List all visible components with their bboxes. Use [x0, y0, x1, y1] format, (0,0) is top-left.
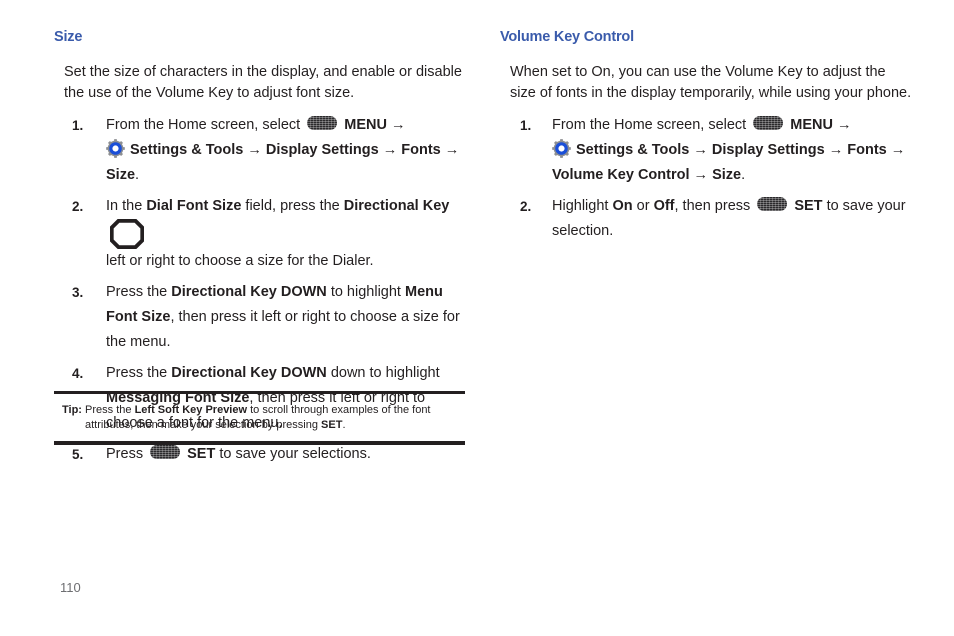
step-text-post: to save your selections.: [219, 445, 371, 462]
list-item: 2. Highlight On or Off, then press SET t…: [500, 194, 912, 244]
path-item-fonts[interactable]: Fonts: [401, 142, 440, 158]
step-text-mid: field, press the: [245, 197, 340, 214]
option-on[interactable]: On: [612, 198, 632, 214]
right-arrow-icon: →: [837, 116, 852, 133]
path-item-settings-tools[interactable]: Settings & Tools: [130, 142, 243, 158]
list-item: 5. Press SET to save your selections.: [54, 442, 466, 467]
manual-page: Size Set the size of characters in the d…: [0, 0, 954, 636]
field-dial-font-size[interactable]: Dial Font Size: [146, 198, 241, 214]
option-off[interactable]: Off: [654, 198, 675, 214]
menu-path-line: Settings & Tools → Display Settings → Fo…: [106, 138, 466, 188]
step-text-pre: Press: [106, 445, 144, 462]
list-item: 1. From the Home screen, select MENU → S…: [54, 113, 466, 188]
path-period: .: [135, 166, 140, 183]
page-title-size: Size: [54, 29, 83, 45]
menu-path-line: Settings & Tools → Display Settings → Fo…: [552, 138, 912, 188]
step-text-mid: to highlight: [330, 283, 401, 300]
intro-paragraph-size: Set the size of characters in the displa…: [64, 63, 462, 101]
set-label: SET: [187, 445, 216, 462]
set-label: SET: [794, 197, 823, 214]
tip-box: Tip: Press the Left Soft Key Preview to …: [54, 391, 465, 445]
step-number: 1.: [72, 117, 84, 133]
path-period: .: [741, 166, 746, 183]
list-item: 2. In the Dial Font Size field, press th…: [54, 194, 466, 274]
right-arrow-icon: →: [247, 141, 262, 158]
directional-key-label: Directional Key: [343, 197, 450, 214]
menu-label: MENU: [344, 116, 387, 133]
right-arrow-icon: →: [693, 166, 709, 183]
step-number: 4.: [72, 365, 84, 381]
step-number: 2.: [72, 198, 84, 214]
path-item-fonts[interactable]: Fonts: [847, 142, 886, 158]
settings-gear-icon: [106, 139, 125, 158]
set-key-icon[interactable]: [757, 196, 788, 211]
intro-paragraph-volume-key-control: When set to On, you can use the Volume K…: [510, 63, 912, 101]
menu-key-icon[interactable]: [753, 115, 784, 130]
step-number: 5.: [72, 446, 84, 462]
directional-key-icon[interactable]: [110, 218, 144, 249]
list-item: 3. Press the Directional Key DOWN to hig…: [54, 280, 466, 355]
step-text-mid: or: [636, 197, 650, 214]
step-text-pre: In the: [106, 197, 143, 214]
path-item-settings-tools[interactable]: Settings & Tools: [576, 142, 689, 158]
settings-gear-icon: [552, 139, 571, 158]
tip-text-pre: Press the: [85, 404, 132, 416]
right-column: Volume Key Control When set to On, you c…: [500, 29, 912, 250]
path-item-size[interactable]: Size: [106, 167, 135, 183]
right-arrow-icon: →: [391, 116, 406, 133]
directional-key-down-label: Directional Key DOWN: [171, 283, 327, 300]
page-title-volume-key-control: Volume Key Control: [500, 29, 634, 45]
step-text-pre: From the Home screen, select: [106, 116, 301, 133]
directional-key-down-label: Directional Key DOWN: [171, 364, 327, 381]
set-key-icon[interactable]: [150, 444, 181, 459]
path-item-display-settings[interactable]: Display Settings: [266, 142, 379, 158]
step-text-pre: Press the: [106, 364, 168, 381]
right-arrow-icon: →: [444, 141, 460, 158]
tip-set-label: SET: [321, 418, 343, 431]
step-text-post: left or right to choose a size for the D…: [106, 252, 374, 269]
right-arrow-icon: →: [382, 141, 398, 158]
step-text-mid2: , then press: [674, 197, 751, 214]
right-arrow-icon: →: [693, 141, 708, 158]
step-text-mid: down to highlight: [330, 364, 440, 381]
right-arrow-icon: →: [890, 141, 906, 158]
step-number: 1.: [520, 117, 532, 133]
path-item-display-settings[interactable]: Display Settings: [712, 142, 825, 158]
step-text-pre: From the Home screen, select: [552, 116, 747, 133]
path-item-size[interactable]: Size: [712, 167, 741, 183]
page-number: 110: [60, 580, 81, 595]
step-text-pre: Press the: [106, 283, 168, 300]
list-item: 1. From the Home screen, select MENU → S…: [500, 113, 912, 188]
step-number: 2.: [520, 198, 532, 214]
path-item-volume-key-control[interactable]: Volume Key Control: [552, 167, 690, 183]
steps-list-volume-key-control: 1. From the Home screen, select MENU → S…: [500, 113, 912, 244]
tip-text-end: .: [342, 418, 346, 431]
tip-content: Tip: Press the Left Soft Key Preview to …: [54, 403, 465, 432]
tip-left-soft-key-preview[interactable]: Left Soft Key Preview: [135, 404, 247, 416]
menu-label: MENU: [790, 116, 833, 133]
tip-label: Tip:: [62, 404, 82, 416]
menu-key-icon[interactable]: [307, 115, 338, 130]
step-number: 3.: [72, 284, 84, 300]
right-arrow-icon: →: [828, 141, 844, 158]
step-text-pre: Highlight: [552, 197, 609, 214]
